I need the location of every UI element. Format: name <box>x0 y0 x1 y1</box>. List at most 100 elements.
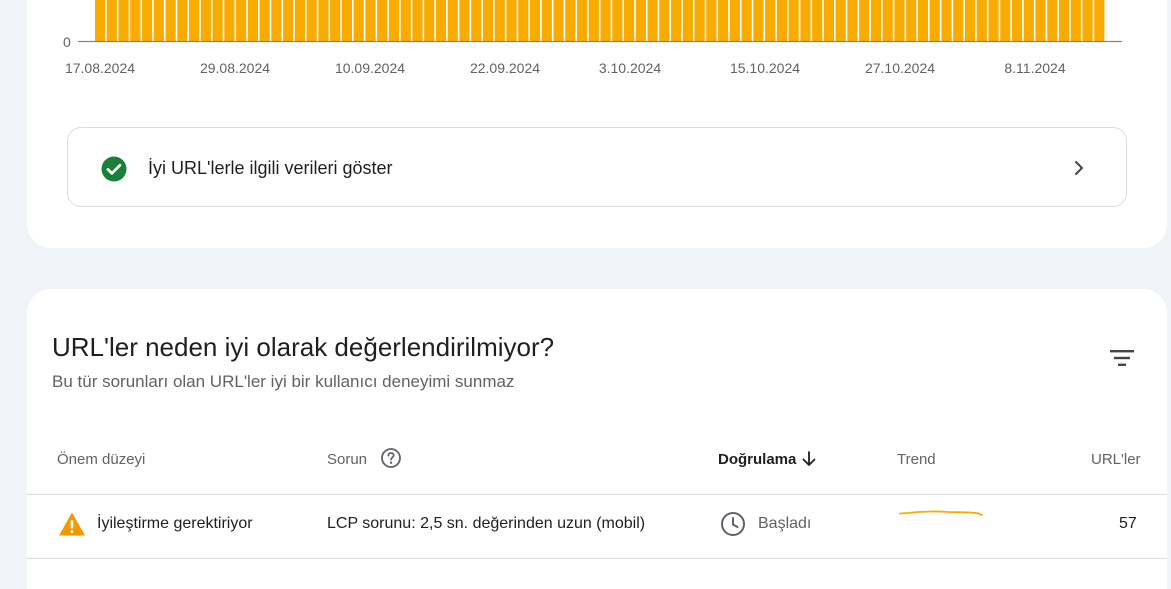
chart-bar[interactable] <box>741 0 752 41</box>
chart-bar[interactable] <box>271 0 282 41</box>
chart-bar[interactable] <box>247 0 258 41</box>
chart-bar[interactable] <box>682 0 693 41</box>
chart-bar[interactable] <box>917 0 929 41</box>
chart-bar[interactable] <box>553 0 564 41</box>
chart-bar[interactable] <box>859 0 870 41</box>
chart-bar[interactable] <box>341 0 353 41</box>
chart-bar[interactable] <box>365 0 376 41</box>
chart-bar[interactable] <box>812 0 823 41</box>
filter-icon[interactable] <box>1106 342 1138 374</box>
chart-bar[interactable] <box>659 0 670 41</box>
x-axis-ticks: 17.08.2024 29.08.2024 10.09.2024 22.09.2024… <box>65 60 1066 76</box>
chart-bar[interactable] <box>165 0 176 41</box>
chart-bar[interactable] <box>259 0 270 41</box>
chart-bar[interactable] <box>306 0 317 41</box>
chart-bar[interactable] <box>624 0 635 41</box>
chart-bar[interactable] <box>294 0 306 41</box>
chart-bar[interactable] <box>506 0 517 41</box>
chart-bar[interactable] <box>318 0 329 41</box>
chart-bar[interactable] <box>765 0 776 41</box>
chart-bar[interactable] <box>1011 0 1023 41</box>
chart-bar[interactable] <box>212 0 223 41</box>
chart-bar[interactable] <box>870 0 882 41</box>
chart-bar[interactable] <box>894 0 905 41</box>
chart-bar[interactable] <box>424 0 435 41</box>
chart-bar[interactable] <box>776 0 787 41</box>
chart-bar[interactable] <box>694 0 705 41</box>
chart-bar[interactable] <box>576 0 588 41</box>
chart-bar[interactable] <box>1094 0 1105 41</box>
chart-bar[interactable] <box>400 0 411 41</box>
chart-bar[interactable] <box>1023 0 1034 41</box>
chart-bar[interactable] <box>1035 0 1046 41</box>
chart-bar[interactable] <box>647 0 658 41</box>
chart-bar[interactable] <box>118 0 129 41</box>
chart-bar[interactable] <box>130 0 141 41</box>
chart-bar[interactable] <box>635 0 646 41</box>
chart-bar[interactable] <box>600 0 611 41</box>
check-circle-icon <box>101 156 127 182</box>
chart-bar[interactable] <box>200 0 211 41</box>
chart-bar[interactable] <box>177 0 188 41</box>
chart-bar[interactable] <box>1058 0 1070 41</box>
chart-bar[interactable] <box>529 0 541 41</box>
chart-bar[interactable] <box>847 0 858 41</box>
chart-bar[interactable] <box>729 0 740 41</box>
chart-bar[interactable] <box>588 0 599 41</box>
chart-bar[interactable] <box>388 0 400 41</box>
column-header-severity[interactable]: Önem düzeyi <box>57 451 145 468</box>
arrow-down-icon[interactable] <box>800 450 818 468</box>
chart-bar[interactable] <box>1070 0 1081 41</box>
chart-bar[interactable] <box>671 0 682 41</box>
chart-bar[interactable] <box>106 0 117 41</box>
table-divider <box>27 558 1167 559</box>
chart-bar[interactable] <box>800 0 811 41</box>
bar-chart: 0 17.08.2024 29.08.2024 10.09.2024 22.09.20… <box>63 0 1122 76</box>
chart-bar[interactable] <box>565 0 576 41</box>
column-header-urls[interactable]: URL'ler <box>1091 451 1141 468</box>
chart-bar[interactable] <box>1000 0 1011 41</box>
chart-bar[interactable] <box>518 0 529 41</box>
chart-bar[interactable] <box>788 0 799 41</box>
chart-bar[interactable] <box>412 0 423 41</box>
chart-bar[interactable] <box>882 0 893 41</box>
column-header-validation[interactable]: Doğrulama <box>718 451 796 468</box>
chart-bar[interactable] <box>718 0 729 41</box>
chart-bar[interactable] <box>435 0 447 41</box>
column-header-issue[interactable]: Sorun <box>327 451 367 468</box>
chart-bar[interactable] <box>459 0 470 41</box>
chart-bar[interactable] <box>330 0 341 41</box>
chart-bar[interactable] <box>142 0 153 41</box>
chart-bar[interactable] <box>471 0 482 41</box>
chart-bar[interactable] <box>835 0 846 41</box>
show-good-urls-row[interactable]: İyi URL'lerle ilgili verileri göster <box>67 127 1127 207</box>
chart-bar[interactable] <box>753 0 764 41</box>
chart-bar[interactable] <box>953 0 964 41</box>
chart-bar[interactable] <box>224 0 235 41</box>
chart-bar[interactable] <box>823 0 835 41</box>
chart-bar[interactable] <box>153 0 164 41</box>
chart-bar[interactable] <box>1082 0 1093 41</box>
chart-bar[interactable] <box>988 0 999 41</box>
help-icon[interactable] <box>380 447 402 469</box>
chart-bar[interactable] <box>95 0 106 41</box>
x-tick-label: 22.09.2024 <box>470 60 540 76</box>
chart-bar[interactable] <box>964 0 976 41</box>
chart-bar[interactable] <box>283 0 294 41</box>
chart-bar[interactable] <box>189 0 200 41</box>
chart-bar[interactable] <box>541 0 552 41</box>
chart-bar[interactable] <box>929 0 940 41</box>
chart-bar[interactable] <box>482 0 494 41</box>
chart-bar[interactable] <box>906 0 917 41</box>
chart-bar[interactable] <box>377 0 388 41</box>
chart-bar[interactable] <box>1047 0 1058 41</box>
chart-bar[interactable] <box>976 0 987 41</box>
chart-bar[interactable] <box>447 0 458 41</box>
chart-bar[interactable] <box>706 0 717 41</box>
row-url-count: 57 <box>1119 515 1137 532</box>
chart-bar[interactable] <box>494 0 505 41</box>
chart-bar[interactable] <box>236 0 247 41</box>
chart-bar[interactable] <box>941 0 952 41</box>
chart-bar[interactable] <box>612 0 623 41</box>
chart-bar[interactable] <box>353 0 364 41</box>
